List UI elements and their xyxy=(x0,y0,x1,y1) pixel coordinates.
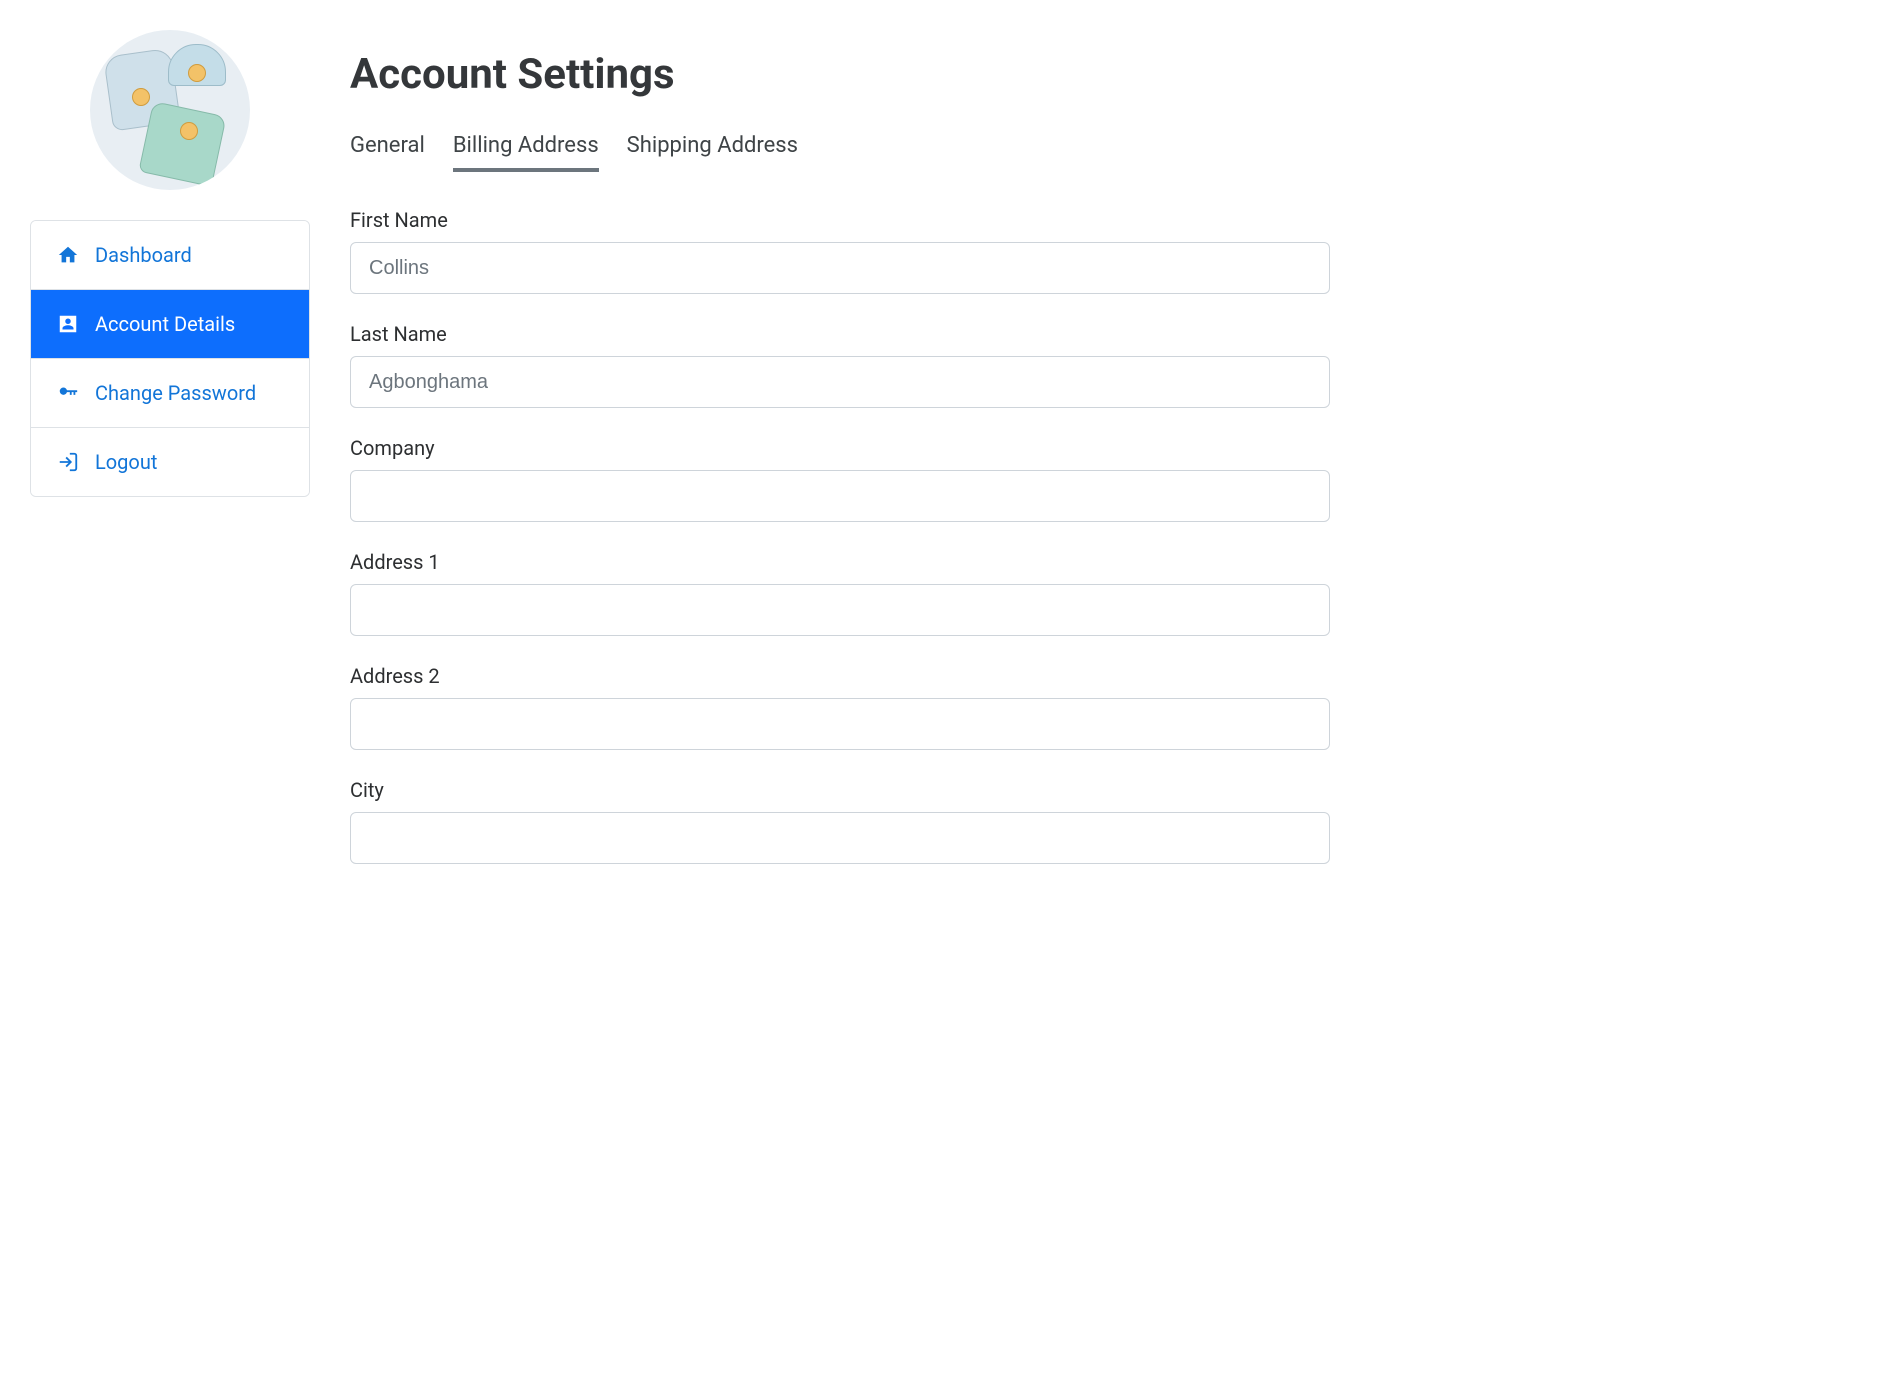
sidebar-item-label: Change Password xyxy=(95,381,256,405)
tabs: General Billing Address Shipping Address xyxy=(350,133,1330,172)
tab-shipping-address[interactable]: Shipping Address xyxy=(627,133,798,172)
address1-label: Address 1 xyxy=(350,550,1330,574)
home-icon xyxy=(57,244,79,266)
billing-form: First Name Last Name Company Address 1 A… xyxy=(350,208,1330,864)
address2-input[interactable] xyxy=(350,698,1330,750)
last-name-input[interactable] xyxy=(350,356,1330,408)
address2-label: Address 2 xyxy=(350,664,1330,688)
last-name-label: Last Name xyxy=(350,322,1330,346)
avatar-wrap xyxy=(30,30,310,190)
sidebar-item-account-details[interactable]: Account Details xyxy=(31,290,309,359)
address1-input[interactable] xyxy=(350,584,1330,636)
sidebar-item-label: Logout xyxy=(95,450,157,474)
form-group-first-name: First Name xyxy=(350,208,1330,294)
tab-general[interactable]: General xyxy=(350,133,425,172)
sidebar-nav: Dashboard Account Details Change Passwor… xyxy=(30,220,310,497)
sidebar-item-label: Dashboard xyxy=(95,243,192,267)
company-input[interactable] xyxy=(350,470,1330,522)
main-content: Account Settings General Billing Address… xyxy=(350,30,1330,892)
sidebar-item-logout[interactable]: Logout xyxy=(31,428,309,496)
first-name-input[interactable] xyxy=(350,242,1330,294)
sidebar: Dashboard Account Details Change Passwor… xyxy=(30,30,310,892)
avatar xyxy=(90,30,250,190)
sidebar-item-change-password[interactable]: Change Password xyxy=(31,359,309,428)
key-icon xyxy=(57,382,79,404)
city-input[interactable] xyxy=(350,812,1330,864)
tab-billing-address[interactable]: Billing Address xyxy=(453,133,599,172)
first-name-label: First Name xyxy=(350,208,1330,232)
logout-icon xyxy=(57,451,79,473)
account-icon xyxy=(57,313,79,335)
form-group-address2: Address 2 xyxy=(350,664,1330,750)
company-label: Company xyxy=(350,436,1330,460)
form-group-address1: Address 1 xyxy=(350,550,1330,636)
city-label: City xyxy=(350,778,1330,802)
form-group-company: Company xyxy=(350,436,1330,522)
form-group-last-name: Last Name xyxy=(350,322,1330,408)
sidebar-item-dashboard[interactable]: Dashboard xyxy=(31,221,309,290)
sidebar-item-label: Account Details xyxy=(95,312,235,336)
form-group-city: City xyxy=(350,778,1330,864)
page-title: Account Settings xyxy=(350,50,1330,99)
